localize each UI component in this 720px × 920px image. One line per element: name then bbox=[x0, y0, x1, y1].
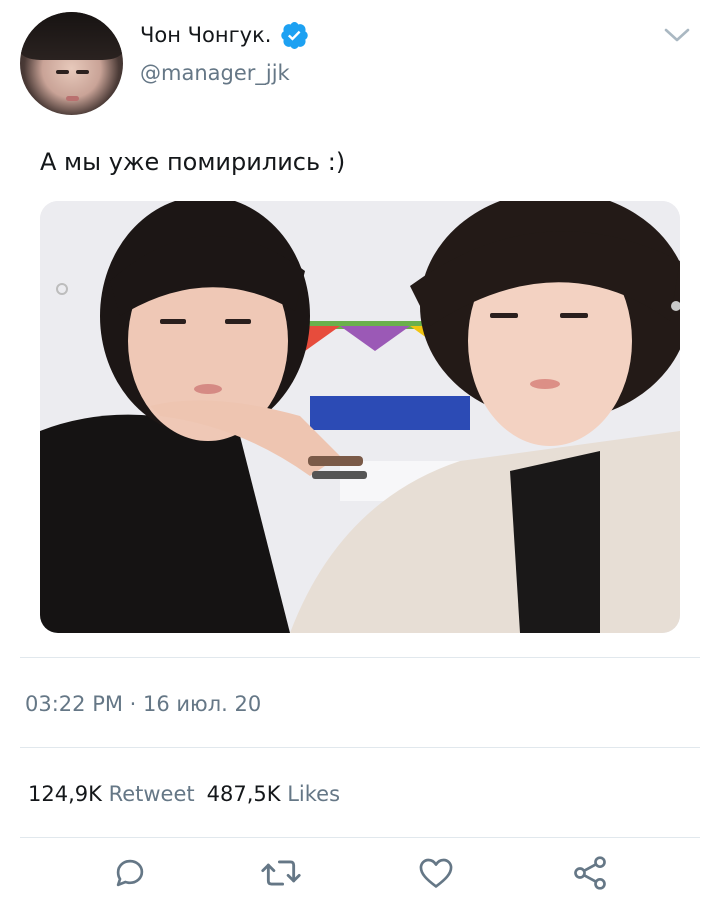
retweet-button[interactable] bbox=[258, 850, 304, 896]
likes-label: Likes bbox=[287, 782, 341, 806]
divider bbox=[20, 747, 700, 748]
user-handle[interactable]: @manager_jjk bbox=[140, 61, 290, 85]
retweets-stat[interactable]: 124,9K Retweet bbox=[28, 782, 195, 806]
photo-illustration bbox=[40, 201, 680, 633]
reply-button[interactable] bbox=[107, 850, 153, 896]
avatar-eye bbox=[56, 70, 69, 74]
avatar-hair bbox=[20, 12, 123, 60]
heart-icon bbox=[419, 858, 453, 888]
retweets-label: Retweet bbox=[108, 782, 195, 806]
likes-stat[interactable]: 487,5K Likes bbox=[207, 782, 340, 806]
like-button[interactable] bbox=[413, 850, 459, 896]
verified-badge-icon bbox=[281, 21, 309, 49]
avatar[interactable] bbox=[20, 12, 123, 115]
share-icon bbox=[574, 856, 606, 890]
divider bbox=[20, 837, 700, 838]
avatar-eye bbox=[76, 70, 89, 74]
likes-count: 487,5K bbox=[206, 782, 281, 806]
retweet-icon bbox=[261, 860, 301, 886]
retweets-count: 124,9K bbox=[28, 782, 102, 806]
share-button[interactable] bbox=[567, 850, 613, 896]
tweet-photo[interactable] bbox=[40, 201, 680, 633]
chevron-down-icon[interactable] bbox=[662, 25, 692, 45]
tweet-timestamp[interactable]: 03:22 PM · 16 июл. 20 bbox=[25, 692, 261, 716]
tweet-text: А мы уже помирились :) bbox=[40, 148, 346, 176]
display-name[interactable]: Чон Чонгук. bbox=[140, 23, 271, 47]
avatar-mouth bbox=[66, 96, 79, 101]
divider bbox=[20, 657, 700, 658]
tweet-stats: 124,9K Retweet 487,5K Likes bbox=[28, 782, 340, 806]
reply-icon bbox=[116, 859, 144, 887]
name-row: Чон Чонгук. bbox=[140, 18, 309, 52]
